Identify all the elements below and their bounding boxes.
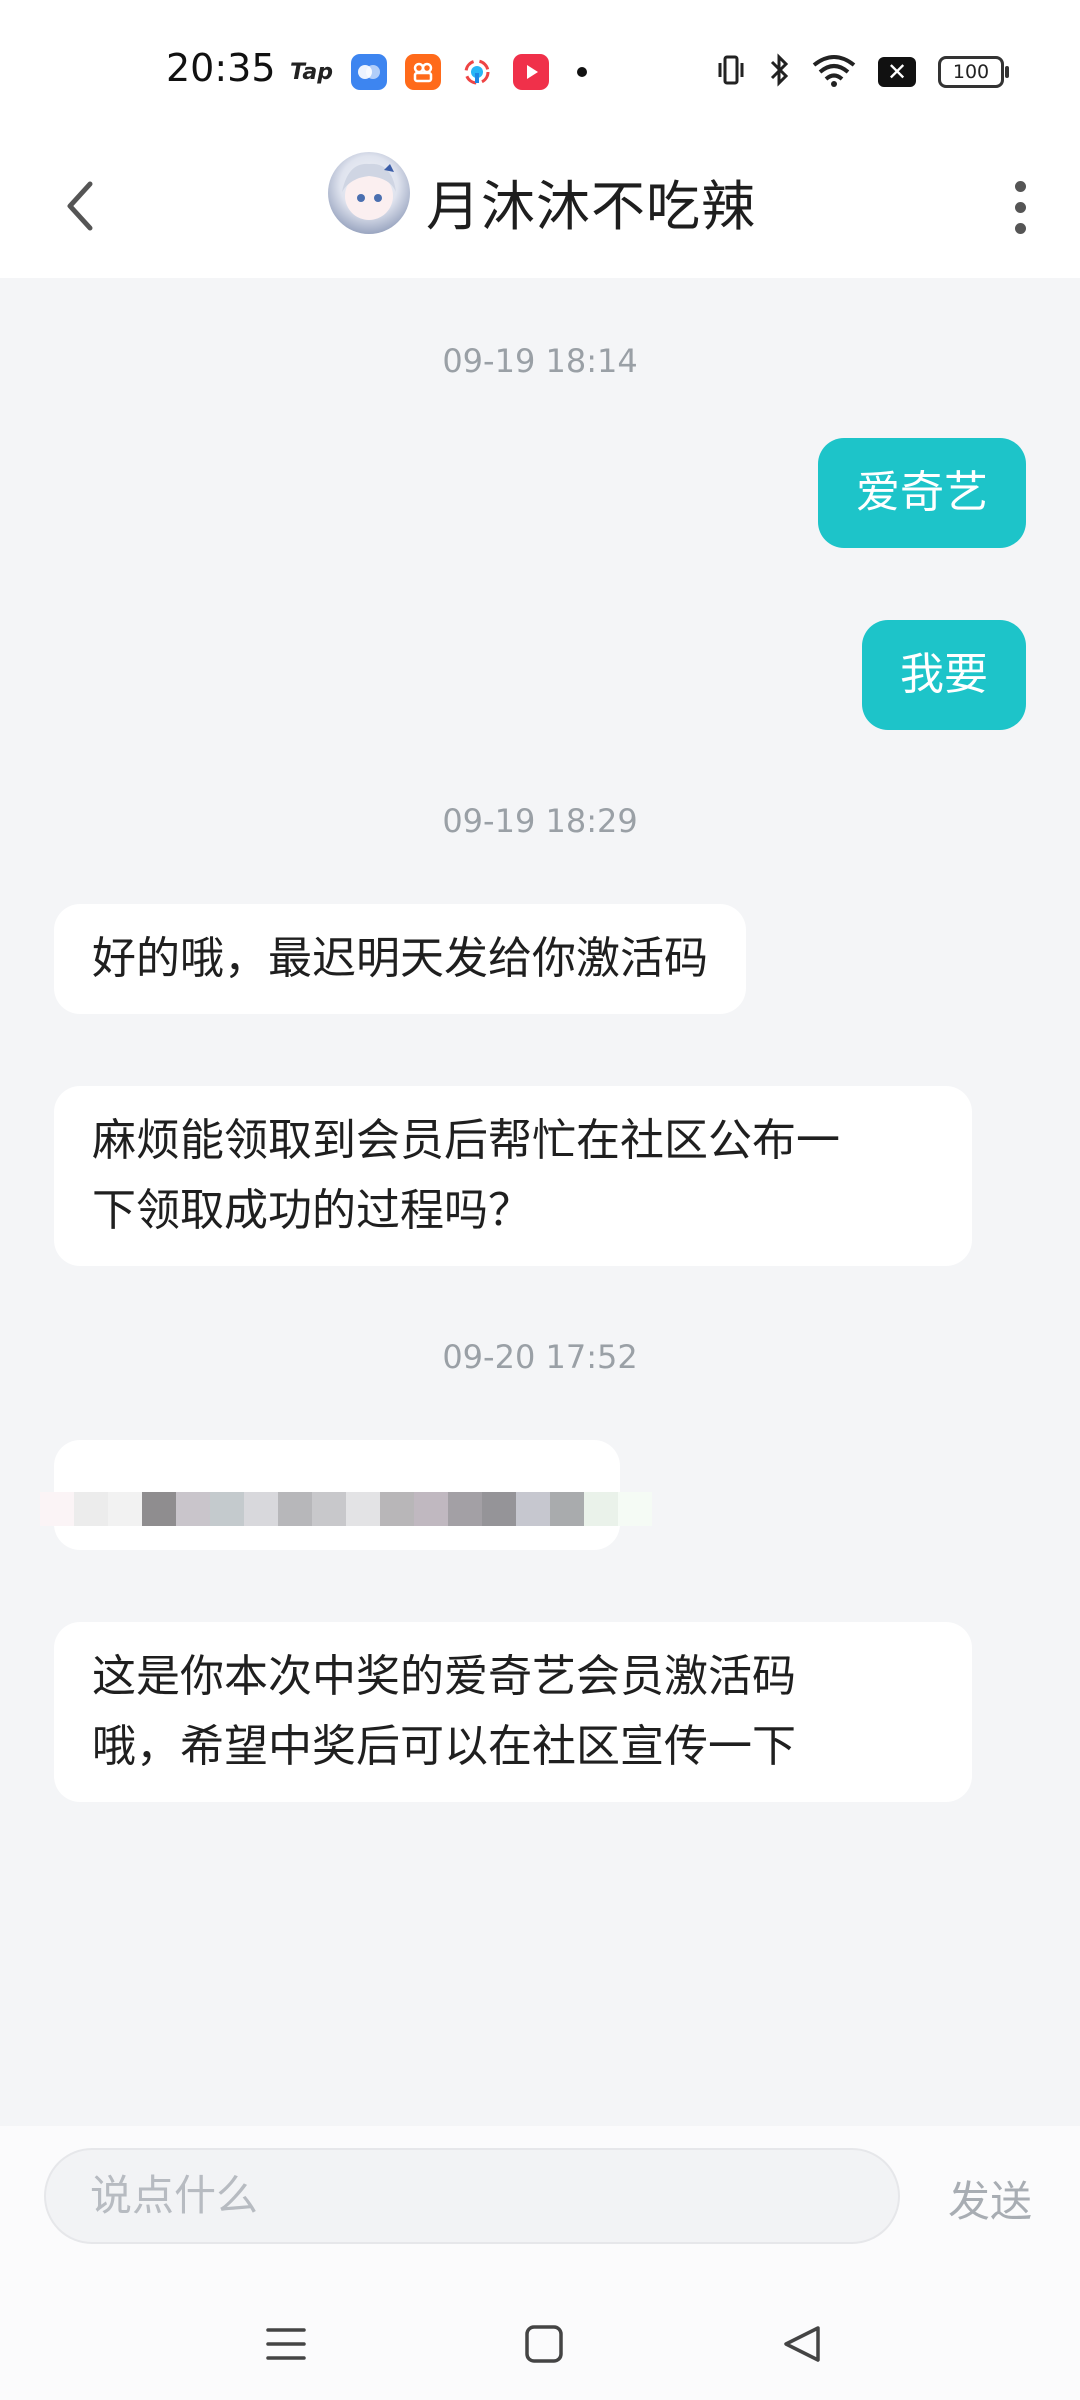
send-button[interactable]: 发送: [948, 2168, 1032, 2229]
x-app-icon: ✕: [878, 57, 916, 87]
tap-icon: Tap: [290, 59, 333, 85]
more-notifications-dot: [577, 67, 587, 77]
message-timestamp: 09-19 18:14: [442, 342, 638, 380]
chat-header: 月沐沐不吃辣: [0, 142, 1080, 278]
pixel-block: [346, 1492, 380, 1526]
system-icons: ✕ 100: [716, 50, 1009, 94]
more-options-button[interactable]: [980, 162, 1060, 252]
pixel-block: [380, 1492, 414, 1526]
pixel-block: [584, 1492, 618, 1526]
message-line: 这是你本次中奖的爱奇艺会员激活码: [92, 1651, 796, 1702]
outgoing-message[interactable]: 爱奇艺: [818, 438, 1026, 548]
pixel-block: [176, 1492, 210, 1526]
pixel-block: [312, 1492, 346, 1526]
notification-icons: Tap: [290, 52, 587, 92]
pixel-block: [40, 1492, 74, 1526]
status-time: 20:35: [166, 46, 276, 90]
chat-area[interactable]: 09-19 18:14 爱奇艺 我要 09-19 18:29 好的哦，最迟明天发…: [0, 278, 1080, 2126]
pixel-block: [618, 1492, 652, 1526]
message-timestamp: 09-19 18:29: [442, 802, 638, 840]
battery-icon: 100: [938, 56, 1009, 88]
chat-title: 月沐沐不吃辣: [426, 175, 756, 238]
outgoing-message[interactable]: 我要: [862, 620, 1026, 730]
menu-icon: [266, 2328, 306, 2360]
incoming-message[interactable]: 麻烦能领取到会员后帮忙在社区公布一 下领取成功的过程吗？: [54, 1086, 972, 1266]
app-red-play-icon: [513, 54, 549, 90]
avatar[interactable]: [328, 152, 410, 234]
activation-code-message[interactable]: [40, 1440, 652, 1550]
message-input[interactable]: 说点什么: [44, 2148, 900, 2244]
more-dot: [1014, 222, 1026, 234]
more-dot: [1014, 180, 1026, 192]
back-button[interactable]: [40, 166, 120, 246]
pixel-block: [142, 1492, 176, 1526]
bluetooth-icon: [768, 53, 790, 91]
square-icon: [525, 2325, 563, 2363]
more-dot: [1014, 201, 1026, 213]
wifi-icon: [812, 53, 856, 91]
status-bar: 20:35 Tap ✕ 100: [0, 0, 1080, 142]
pixel-block: [516, 1492, 550, 1526]
triangle-back-icon: [784, 2326, 820, 2362]
pixel-block: [414, 1492, 448, 1526]
app-blue-icon: [351, 54, 387, 90]
pixel-block: [108, 1492, 142, 1526]
pixel-block: [482, 1492, 516, 1526]
message-timestamp: 09-20 17:52: [442, 1338, 638, 1376]
app-orange-icon: [405, 54, 441, 90]
message-line: 下领取成功的过程吗？: [92, 1185, 532, 1236]
message-line: 哦，希望中奖后可以在社区宣传一下: [92, 1721, 796, 1772]
incoming-message[interactable]: 这是你本次中奖的爱奇艺会员激活码 哦，希望中奖后可以在社区宣传一下: [54, 1622, 972, 1802]
pixel-block: [74, 1492, 108, 1526]
pixel-block: [244, 1492, 278, 1526]
menu-nav-button[interactable]: [256, 2314, 316, 2374]
home-nav-button[interactable]: [514, 2314, 574, 2374]
pixel-block: [448, 1492, 482, 1526]
system-navigation-bar: [0, 2274, 1080, 2400]
pixel-block: [210, 1492, 244, 1526]
message-input-bar: 说点什么 发送: [0, 2126, 1080, 2274]
vibrate-icon: [716, 54, 746, 90]
app-colorful-icon: [459, 54, 495, 90]
pixel-block: [278, 1492, 312, 1526]
pixel-block: [550, 1492, 584, 1526]
chevron-left-icon: [67, 181, 93, 231]
back-nav-button[interactable]: [772, 2314, 832, 2374]
message-line: 麻烦能领取到会员后帮忙在社区公布一: [92, 1115, 840, 1166]
incoming-message[interactable]: 好的哦，最迟明天发给你激活码: [54, 904, 746, 1014]
